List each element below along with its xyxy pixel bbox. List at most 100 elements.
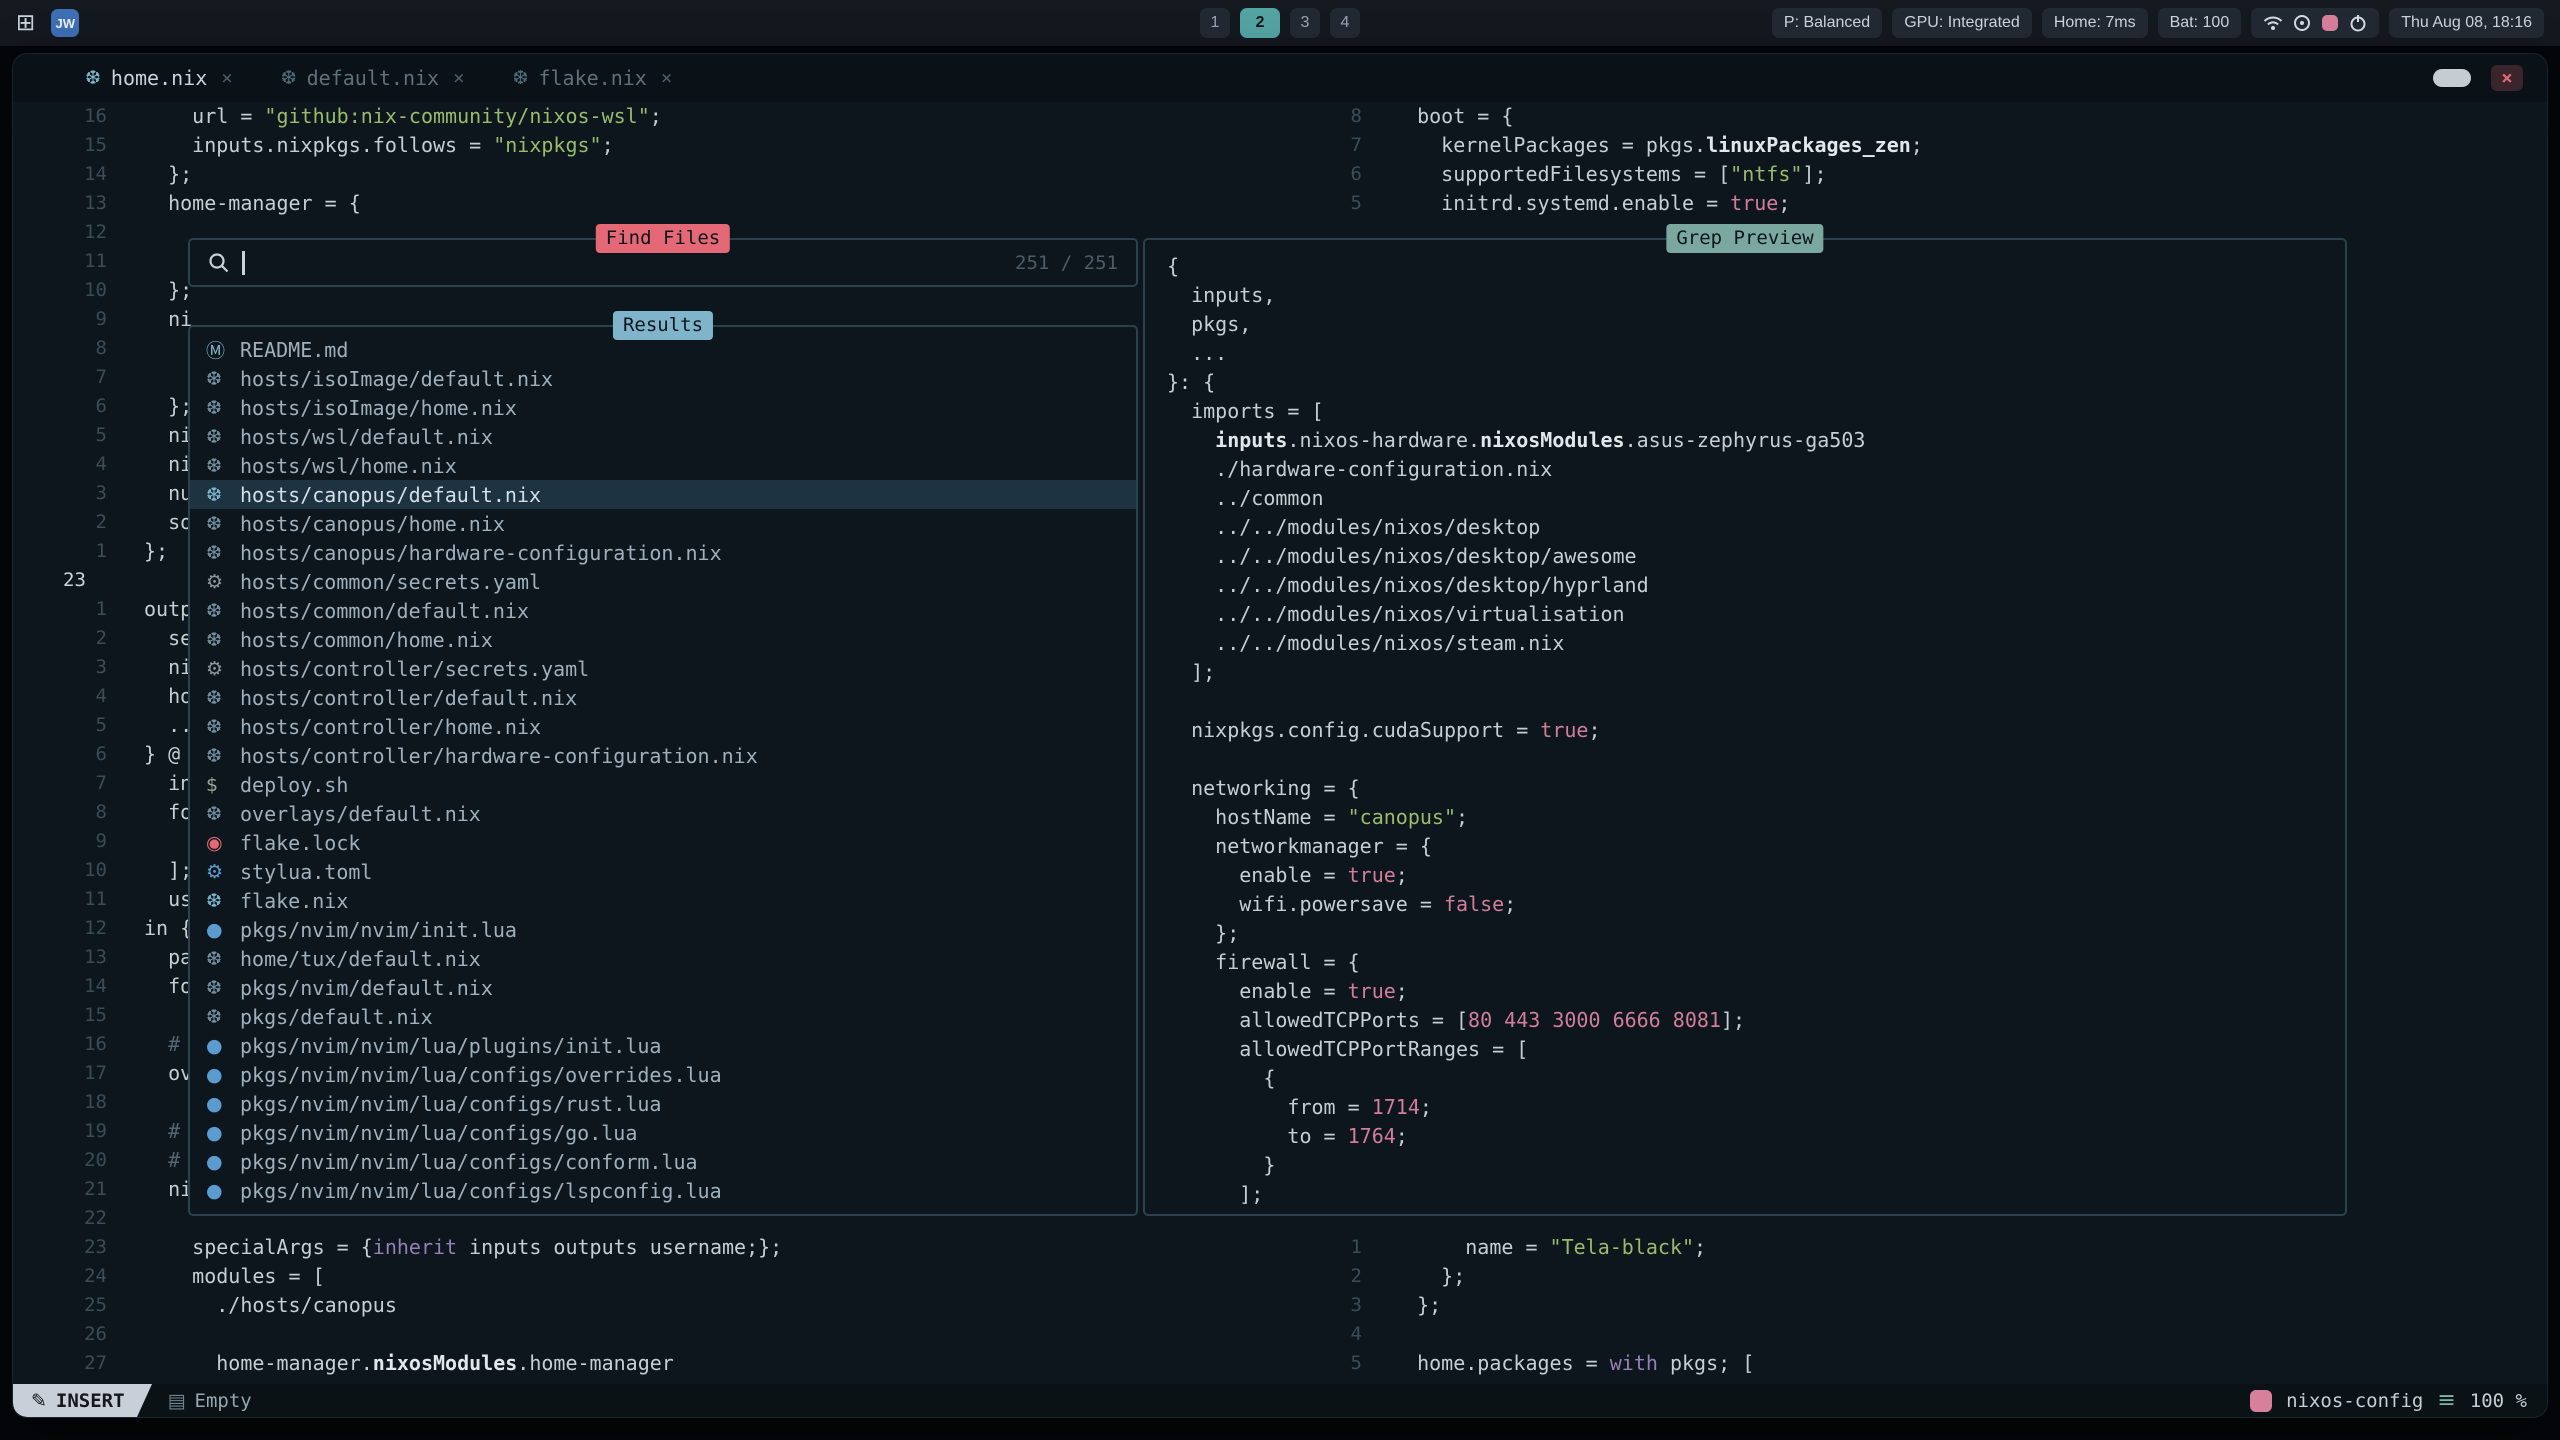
finder-result[interactable]: ❆hosts/common/home.nix xyxy=(190,625,1136,654)
grep-preview: Grep Preview { inputs, pkgs, ...}: { imp… xyxy=(1143,238,2347,1216)
logo-icon[interactable]: JW xyxy=(51,9,79,37)
preview-line: ../../modules/nixos/desktop/hyprland xyxy=(1145,571,2345,600)
tab-default.nix[interactable]: ❆ default.nix × xyxy=(281,66,465,90)
finder-result[interactable]: ❆hosts/isoImage/default.nix xyxy=(190,364,1136,393)
finder-result-label: hosts/controller/hardware-configuration.… xyxy=(240,744,758,768)
workspace-switcher: 1234 xyxy=(1200,8,1360,38)
mode-indicator: ✎ INSERT xyxy=(13,1384,137,1417)
preview-line: }: { xyxy=(1145,368,2345,397)
workspace-1[interactable]: 1 xyxy=(1200,8,1230,38)
finder-result[interactable]: ❆hosts/wsl/default.nix xyxy=(190,422,1136,451)
code-line: 7 kernelPackages = pkgs.linuxPackages_ze… xyxy=(13,131,2547,160)
finder-result[interactable]: ❆overlays/default.nix xyxy=(190,799,1136,828)
code-text: }; xyxy=(1393,1262,1465,1291)
preview-line: from = 1714; xyxy=(1145,1093,2345,1122)
workspace-2[interactable]: 2 xyxy=(1240,8,1280,38)
finder-result[interactable]: ◉flake.lock xyxy=(190,828,1136,857)
line-number: 5 xyxy=(1290,1349,1362,1378)
toml-icon: ⚙ xyxy=(206,861,240,883)
wifi-icon xyxy=(2263,15,2283,31)
system-bar-left: ⊞ JW xyxy=(16,9,79,37)
finder-result-label: hosts/common/home.nix xyxy=(240,628,493,652)
tab-close-icon[interactable]: × xyxy=(661,67,672,89)
tab-home.nix[interactable]: ❆home.nix× xyxy=(85,66,233,90)
finder-result-label: flake.nix xyxy=(240,889,348,913)
tab-close-icon[interactable]: × xyxy=(221,67,232,89)
finder-result[interactable]: ❆hosts/controller/hardware-configuration… xyxy=(190,741,1136,770)
nix-icon: ❆ xyxy=(206,716,240,738)
finder-result[interactable]: ●pkgs/nvim/nvim/lua/configs/overrides.lu… xyxy=(190,1060,1136,1089)
results-list: ⓂREADME.md❆hosts/isoImage/default.nix❆ho… xyxy=(190,335,1136,1205)
finder-result-label: pkgs/nvim/nvim/lua/configs/lspconfig.lua xyxy=(240,1179,722,1203)
tab-close-icon[interactable]: × xyxy=(453,67,464,89)
clock: Thu Aug 08, 18:16 xyxy=(2389,8,2544,38)
finder-result[interactable]: ❆pkgs/nvim/default.nix xyxy=(190,973,1136,1002)
finder-result[interactable]: ❆flake.nix xyxy=(190,886,1136,915)
code-line: 1 name = "Tela-black"; xyxy=(13,1233,2547,1262)
finder-result[interactable]: ❆hosts/isoImage/home.nix xyxy=(190,393,1136,422)
finder-result[interactable]: ❆pkgs/default.nix xyxy=(190,1002,1136,1031)
code-line: 6 supportedFilesystems = ["ntfs"]; xyxy=(13,160,2547,189)
finder-result-label: hosts/isoImage/default.nix xyxy=(240,367,553,391)
yaml-icon: ⚙ xyxy=(206,571,240,593)
code-line: 5 initrd.systemd.enable = true; xyxy=(13,189,2547,218)
finder-result-label: hosts/canopus/default.nix xyxy=(240,483,541,507)
search-icon xyxy=(208,252,230,274)
preview-line: enable = true; xyxy=(1145,861,2345,890)
apps-grid-icon[interactable]: ⊞ xyxy=(16,10,35,36)
notification-icon xyxy=(2293,14,2311,32)
lua-icon: ● xyxy=(206,1035,240,1057)
finder-result[interactable]: ❆home/tux/default.nix xyxy=(190,944,1136,973)
finder-result-label: hosts/wsl/default.nix xyxy=(240,425,493,449)
nix-icon: ❆ xyxy=(206,948,240,970)
finder-result[interactable]: ●pkgs/nvim/nvim/init.lua xyxy=(190,915,1136,944)
finder-result[interactable]: ●pkgs/nvim/nvim/lua/configs/lspconfig.lu… xyxy=(190,1176,1136,1205)
nix-icon: ❆ xyxy=(281,67,297,89)
finder-result[interactable]: ⚙stylua.toml xyxy=(190,857,1136,886)
finder-result[interactable]: ●pkgs/nvim/nvim/lua/plugins/init.lua xyxy=(190,1031,1136,1060)
finder-result[interactable]: ❆hosts/common/default.nix xyxy=(190,596,1136,625)
code-line: 3 }; xyxy=(13,1291,2547,1320)
finder-result-label: pkgs/nvim/nvim/lua/configs/rust.lua xyxy=(240,1092,661,1116)
nix-icon: ❆ xyxy=(206,484,240,506)
status-module: GPU: Integrated xyxy=(1892,8,2032,38)
nix-icon: ❆ xyxy=(206,1006,240,1028)
buffer-icon: ▤ xyxy=(168,1390,186,1412)
nix-icon: ❆ xyxy=(206,629,240,651)
preview-line: networking = { xyxy=(1145,774,2345,803)
find-files-prompt[interactable]: Find Files 251 / 251 xyxy=(188,238,1138,287)
tab-label: flake.nix xyxy=(538,66,646,90)
finder-result[interactable]: ⚙hosts/controller/secrets.yaml xyxy=(190,654,1136,683)
workspace-3[interactable]: 3 xyxy=(1290,8,1320,38)
nix-icon: ❆ xyxy=(206,890,240,912)
preview-line: inputs, xyxy=(1145,281,2345,310)
tab-label: default.nix xyxy=(307,66,439,90)
finder-result[interactable]: ❆hosts/controller/default.nix xyxy=(190,683,1136,712)
shell-icon: $ xyxy=(206,774,240,796)
finder-result[interactable]: ●pkgs/nvim/nvim/lua/configs/go.lua xyxy=(190,1118,1136,1147)
finder-result[interactable]: ⚙hosts/common/secrets.yaml xyxy=(190,567,1136,596)
lua-icon: ● xyxy=(206,1064,240,1086)
nix-icon: ❆ xyxy=(206,687,240,709)
toggle-switch[interactable] xyxy=(2433,69,2471,87)
tab-flake.nix[interactable]: ❆flake.nix× xyxy=(513,66,673,90)
power-icon[interactable] xyxy=(2349,14,2367,32)
finder-result[interactable]: ❆hosts/controller/home.nix xyxy=(190,712,1136,741)
finder-result[interactable]: ❆hosts/canopus/default.nix xyxy=(190,480,1136,509)
nix-icon: ❆ xyxy=(206,426,240,448)
result-counter: 251 / 251 xyxy=(1015,252,1118,274)
lines-icon: ≡ xyxy=(2437,1388,2455,1413)
finder-result[interactable]: ❆hosts/canopus/hardware-configuration.ni… xyxy=(190,538,1136,567)
finder-result[interactable]: ❆hosts/canopus/home.nix xyxy=(190,509,1136,538)
finder-result-label: hosts/controller/home.nix xyxy=(240,715,541,739)
window-close-button[interactable]: × xyxy=(2491,65,2523,91)
code-line: 2 }; xyxy=(13,1262,2547,1291)
finder-result[interactable]: ❆hosts/wsl/home.nix xyxy=(190,451,1136,480)
grep-preview-title: Grep Preview xyxy=(1666,224,1823,253)
finder-result[interactable]: ●pkgs/nvim/nvim/lua/configs/conform.lua xyxy=(190,1147,1136,1176)
finder-result[interactable]: ●pkgs/nvim/nvim/lua/configs/rust.lua xyxy=(190,1089,1136,1118)
finder-result[interactable]: $deploy.sh xyxy=(190,770,1136,799)
buffer-label: Empty xyxy=(195,1390,252,1412)
line-number: 5 xyxy=(1290,189,1362,218)
workspace-4[interactable]: 4 xyxy=(1330,8,1360,38)
